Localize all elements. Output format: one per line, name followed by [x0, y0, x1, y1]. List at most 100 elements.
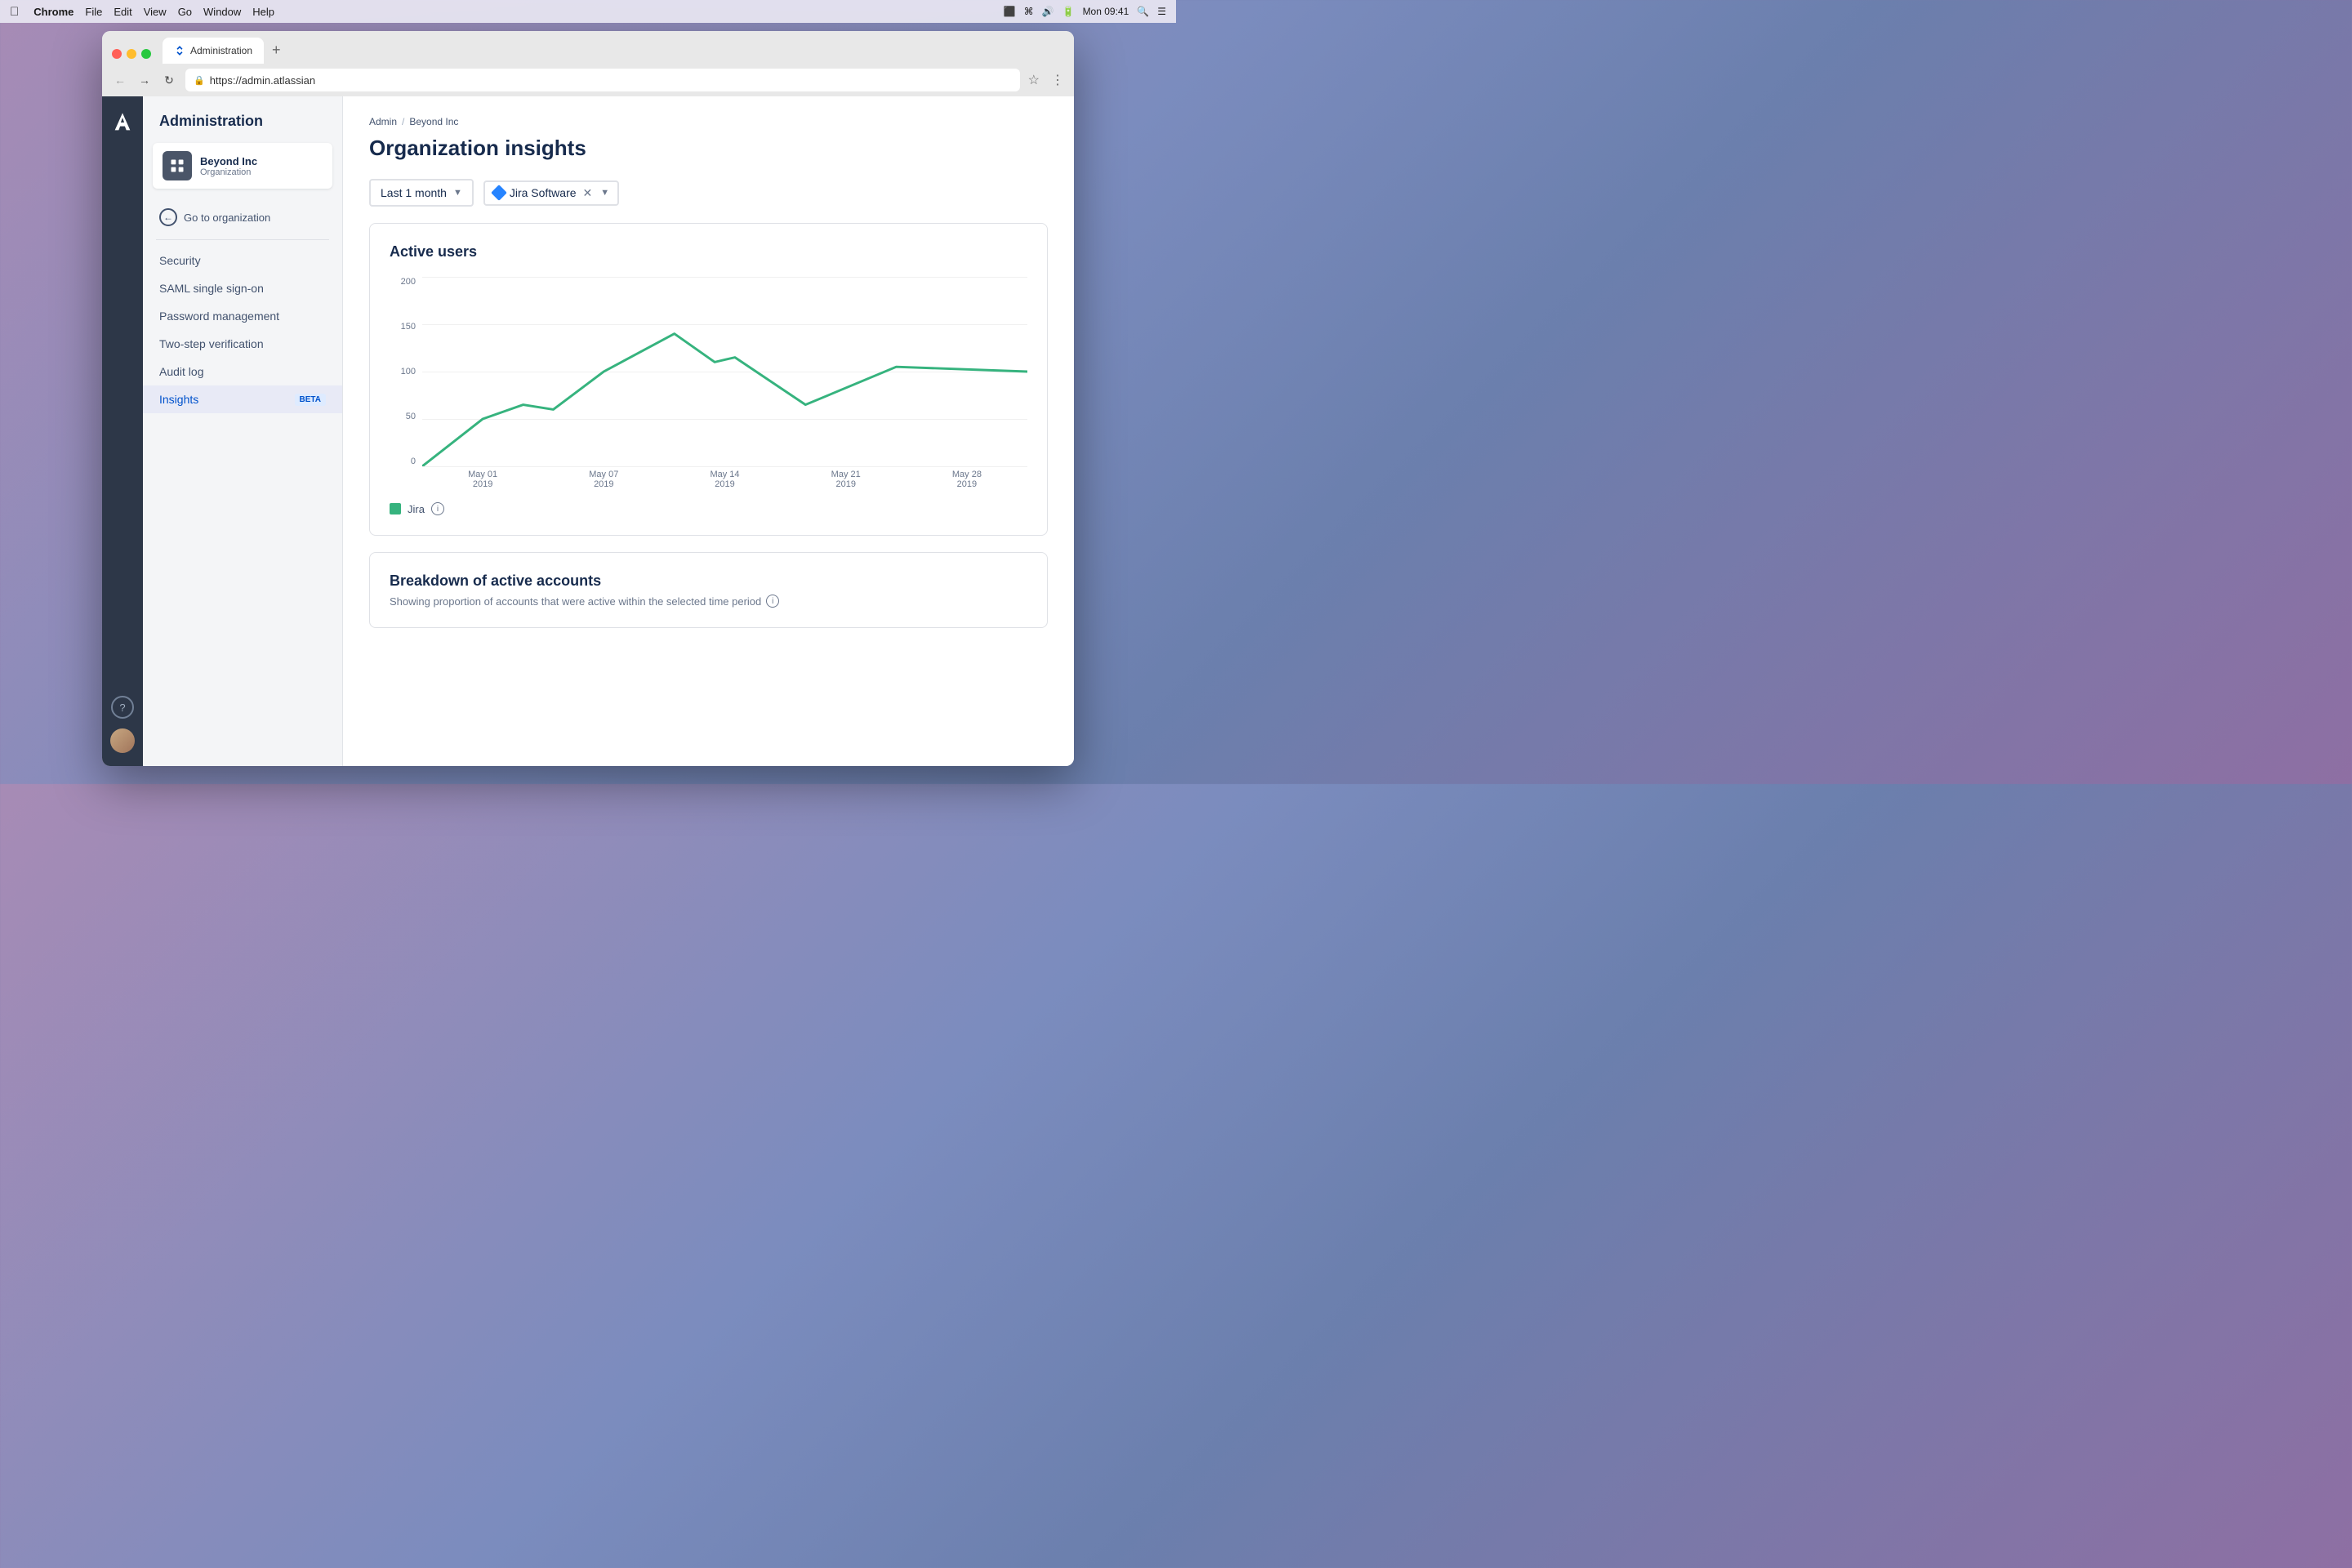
maximize-button[interactable] [141, 49, 151, 59]
refresh-button[interactable]: ↻ [161, 72, 177, 88]
product-filter[interactable]: Jira Software ✕ ▼ [483, 180, 619, 206]
airplay-icon: ⬛ [1004, 6, 1016, 17]
address-actions: ☆ ⋮ [1028, 72, 1064, 88]
battery-icon: 🔋 [1062, 6, 1075, 17]
sidebar-divider [156, 239, 329, 240]
menubar-right: ⬛ ⌘ 🔊 🔋 Mon 09:41 🔍 ☰ [1004, 6, 1166, 17]
filters-bar: Last 1 month ▼ Jira Software ✕ ▼ [369, 179, 1048, 207]
sidebar-item-twostep-label: Two-step verification [159, 337, 264, 350]
app-name: Chrome [33, 6, 74, 18]
menu-edit[interactable]: Edit [114, 6, 131, 18]
sidebar-item-password[interactable]: Password management [143, 302, 342, 330]
go-back-icon: ← [159, 208, 177, 226]
url-text: https://admin.atlassian [210, 74, 315, 87]
more-button[interactable]: ⋮ [1051, 72, 1064, 88]
breakdown-info-icon[interactable]: i [766, 595, 779, 608]
menu-help[interactable]: Help [252, 6, 274, 18]
main-content: Admin / Beyond Inc Organization insights… [343, 96, 1074, 766]
control-center-icon[interactable]: ☰ [1157, 6, 1166, 17]
product-name: Jira Software [510, 186, 577, 199]
period-label: Last 1 month [381, 186, 447, 199]
search-icon[interactable]: 🔍 [1137, 6, 1149, 17]
user-avatar[interactable] [110, 728, 135, 753]
clock: Mon 09:41 [1083, 6, 1129, 17]
menu-go[interactable]: Go [178, 6, 192, 18]
sidebar-item-security-label: Security [159, 254, 201, 267]
go-to-org-button[interactable]: ← Go to organization [143, 202, 342, 233]
x-label-may14: May 142019 [664, 470, 785, 489]
browser-window: Administration + ← → ↻ 🔒 https://admin.a… [102, 31, 1074, 766]
traffic-lights [112, 49, 151, 59]
legend-info-icon[interactable]: i [431, 502, 444, 515]
sidebar-item-insights-label: Insights [159, 393, 198, 406]
breadcrumb-org[interactable]: Beyond Inc [409, 116, 458, 127]
atlassian-favicon [174, 45, 185, 56]
page-title: Organization insights [369, 136, 1048, 161]
back-button[interactable]: ← [112, 72, 128, 88]
bookmark-button[interactable]: ☆ [1028, 72, 1040, 88]
y-axis: 200 150 100 50 0 [390, 277, 422, 489]
x-label-may01: May 012019 [422, 470, 543, 489]
menubar:  Chrome File Edit View Go Window Help ⬛… [0, 0, 1176, 23]
sidebar-item-saml[interactable]: SAML single sign-on [143, 274, 342, 302]
menu-window[interactable]: Window [203, 6, 241, 18]
new-tab-button[interactable]: + [265, 38, 287, 62]
breakdown-card: Breakdown of active accounts Showing pro… [369, 552, 1048, 628]
x-axis: May 012019 May 072019 May 142019 May 212… [422, 470, 1027, 489]
breadcrumb: Admin / Beyond Inc [369, 116, 1048, 127]
apple-menu[interactable]:  [10, 5, 19, 19]
lock-icon: 🔒 [194, 75, 205, 86]
breakdown-subtitle: Showing proportion of accounts that were… [390, 595, 1027, 608]
breadcrumb-admin[interactable]: Admin [369, 116, 397, 127]
grid-line-0 [422, 466, 1027, 467]
sidebar-item-insights[interactable]: Insights BETA [143, 385, 342, 413]
line-chart-svg [422, 277, 1027, 466]
sidebar-title: Administration [143, 113, 342, 143]
breadcrumb-separator: / [402, 116, 404, 127]
product-chevron-icon: ▼ [600, 188, 609, 198]
x-label-may21: May 212019 [786, 470, 906, 489]
menubar-menus: File Edit View Go Window Help [85, 6, 274, 18]
help-button[interactable]: ? [111, 696, 134, 719]
remove-product-button[interactable]: ✕ [583, 186, 593, 200]
wifi-icon: ⌘ [1024, 6, 1034, 17]
chart-area: 200 150 100 50 0 [390, 277, 1027, 489]
tab-bar: Administration + [102, 31, 1074, 64]
address-field[interactable]: 🔒 https://admin.atlassian [185, 69, 1020, 91]
tab-title: Administration [190, 45, 252, 56]
menu-file[interactable]: File [85, 6, 102, 18]
menu-view[interactable]: View [144, 6, 167, 18]
y-label-200: 200 [401, 277, 416, 287]
chart-title: Active users [390, 243, 1027, 261]
breakdown-subtitle-text: Showing proportion of accounts that were… [390, 595, 761, 608]
org-info: Beyond Inc Organization [200, 155, 257, 177]
minimize-button[interactable] [127, 49, 136, 59]
atlassian-logo[interactable] [109, 109, 136, 136]
org-card: Beyond Inc Organization [153, 143, 332, 189]
sidebar-item-auditlog-label: Audit log [159, 365, 203, 378]
breakdown-title: Breakdown of active accounts [390, 572, 1027, 590]
chart-inner: May 012019 May 072019 May 142019 May 212… [422, 277, 1027, 489]
sidebar: Administration Beyond Inc Organization [143, 96, 343, 766]
x-label-may28: May 282019 [906, 470, 1027, 489]
close-button[interactable] [112, 49, 122, 59]
y-label-150: 150 [401, 322, 416, 332]
sidebar-item-saml-label: SAML single sign-on [159, 282, 264, 295]
jira-diamond-icon [491, 185, 507, 201]
org-icon [163, 151, 192, 180]
org-type: Organization [200, 167, 257, 177]
chart-legend: Jira i [390, 502, 1027, 515]
menubar-left:  Chrome File Edit View Go Window Help [10, 5, 274, 19]
rail-bottom: ? [110, 696, 135, 753]
beta-badge: BETA [295, 394, 326, 406]
period-filter[interactable]: Last 1 month ▼ [369, 179, 474, 207]
y-label-100: 100 [401, 367, 416, 376]
app-layout: ? Administration Beyond Inc Organ [102, 96, 1074, 766]
sidebar-item-auditlog[interactable]: Audit log [143, 358, 342, 385]
sidebar-item-security[interactable]: Security [143, 247, 342, 274]
browser-tab-active[interactable]: Administration [163, 38, 264, 64]
active-users-card: Active users 200 150 100 50 0 [369, 223, 1048, 536]
forward-button[interactable]: → [136, 72, 153, 88]
sidebar-item-twostep[interactable]: Two-step verification [143, 330, 342, 358]
address-bar: ← → ↻ 🔒 https://admin.atlassian ☆ ⋮ [102, 64, 1074, 96]
